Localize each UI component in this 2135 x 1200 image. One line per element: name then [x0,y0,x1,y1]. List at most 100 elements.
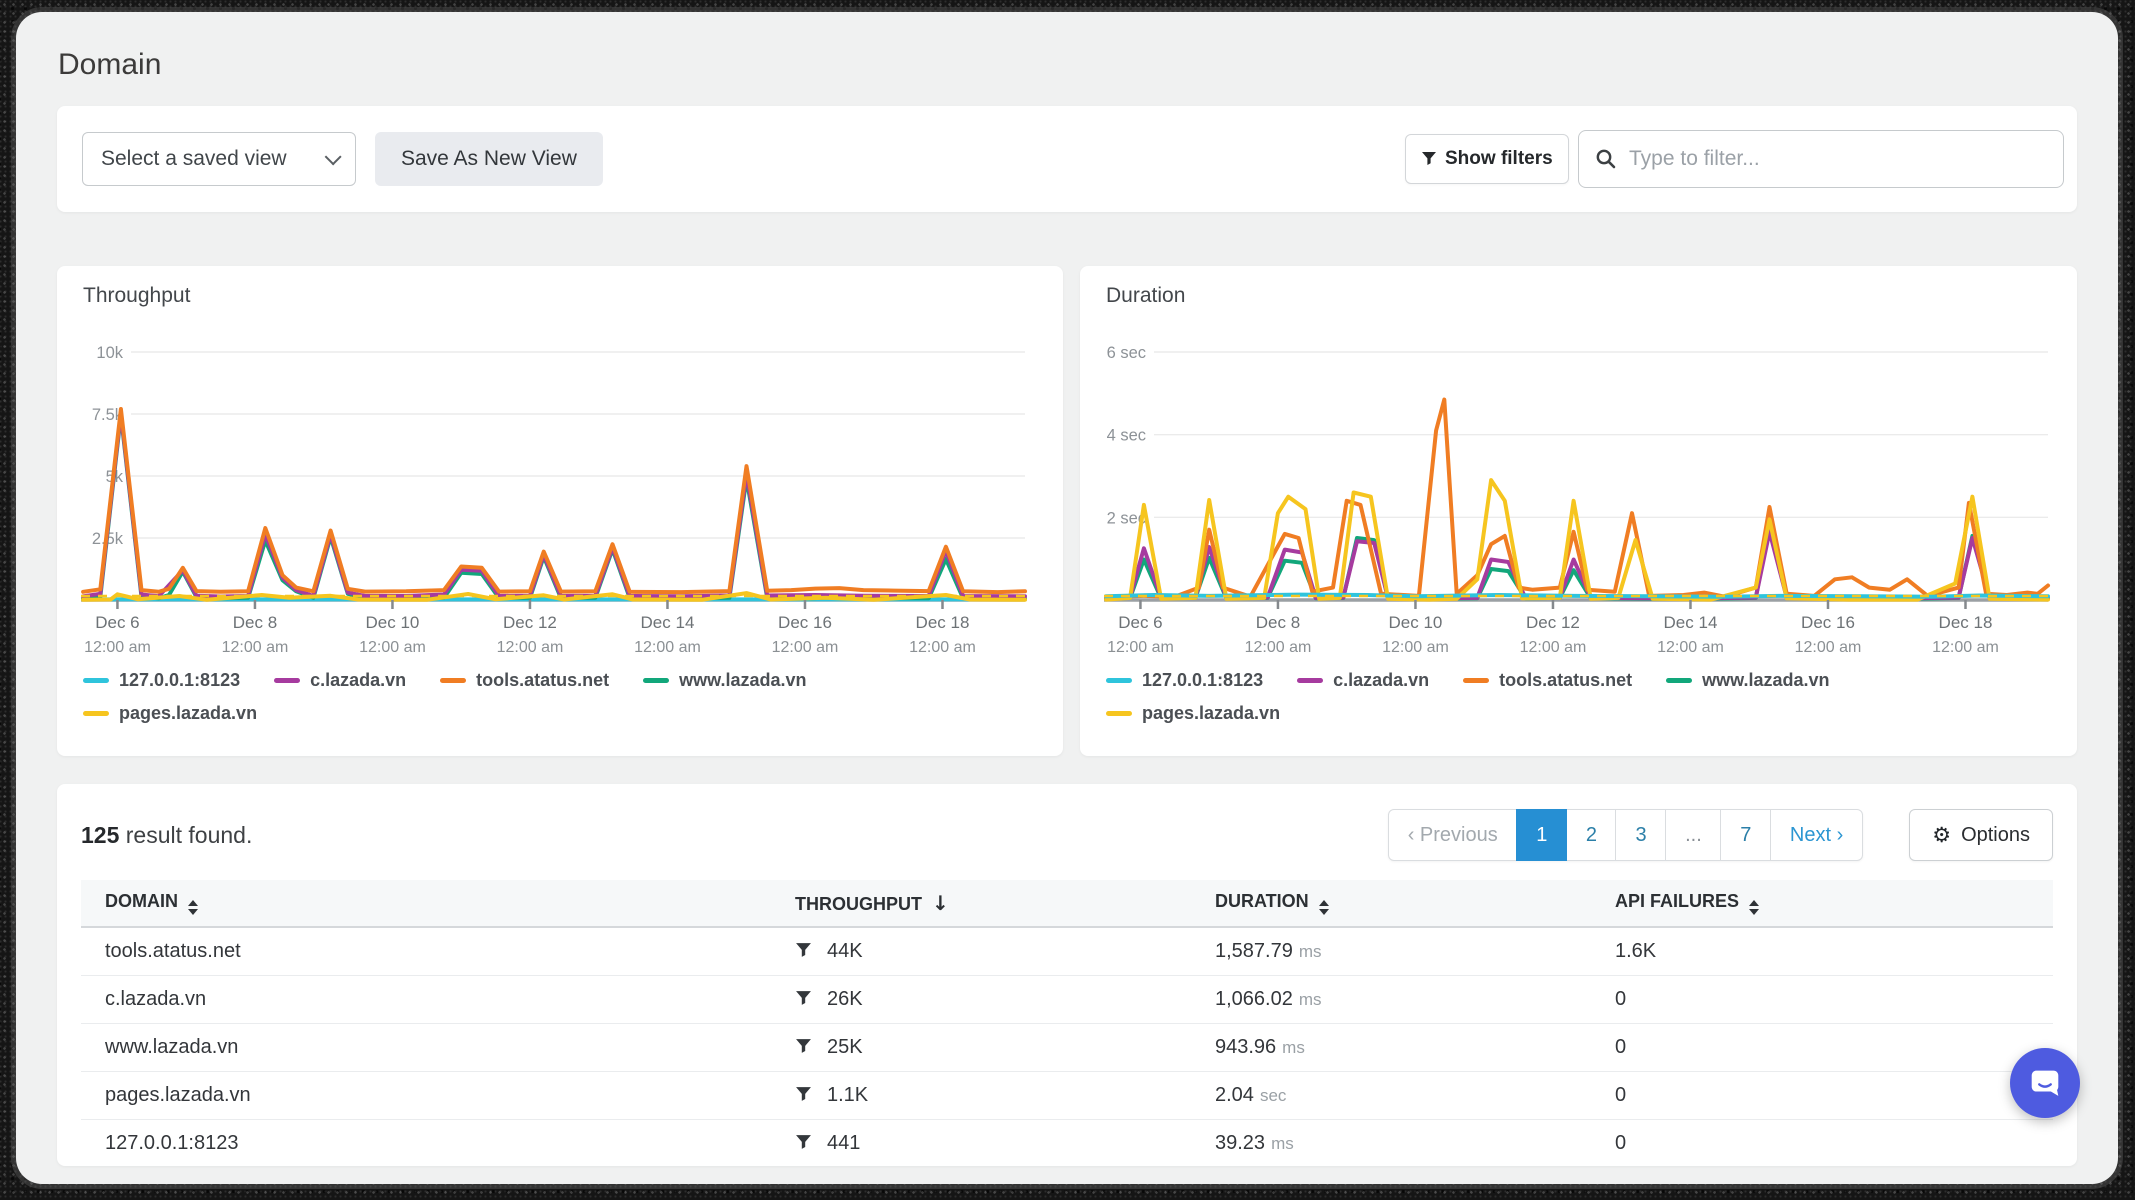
duration-chart-card: Duration 6 sec4 sec2 secDec 612:00 amDec… [1080,266,2077,756]
svg-text:Dec 6: Dec 6 [1118,613,1162,632]
throughput-cell: 441 [771,1120,1191,1168]
search-input[interactable] [1629,147,2047,171]
saved-view-select-value: Select a saved view [101,147,325,171]
svg-text:Dec 16: Dec 16 [778,613,832,632]
throughput-cell: 1.1K [771,1072,1191,1120]
domain-cell[interactable]: tools.atatus.net [81,927,771,976]
page-title: Domain [58,48,161,82]
legend-label: 127.0.0.1:8123 [1142,670,1263,691]
show-filters-button[interactable]: Show filters [1405,134,1569,184]
svg-text:12:00 am: 12:00 am [1107,639,1174,656]
page-button-3[interactable]: 3 [1615,809,1666,861]
domain-cell[interactable]: pages.lazada.vn [81,1072,771,1120]
save-as-new-view-button[interactable]: Save As New View [375,132,603,186]
legend-item[interactable]: tools.atatus.net [440,670,609,691]
filter-funnel-icon[interactable] [795,1134,812,1151]
legend-label: tools.atatus.net [1499,670,1632,691]
sort-icon [1319,900,1329,915]
legend-item[interactable]: 127.0.0.1:8123 [1106,670,1263,691]
page-ellipsis: ... [1665,809,1722,861]
saved-view-select[interactable]: Select a saved view [82,132,356,186]
legend-item[interactable]: pages.lazada.vn [1106,703,1280,724]
legend-item[interactable]: pages.lazada.vn [83,703,257,724]
domains-table: DOMAINTHROUGHPUT↓DURATIONAPI FAILURES to… [81,880,2053,1167]
page-button-7[interactable]: 7 [1720,809,1771,861]
column-header-duration[interactable]: DURATION [1191,880,1591,927]
svg-text:Dec 16: Dec 16 [1801,613,1855,632]
filter-funnel-icon[interactable] [795,942,812,959]
filter-funnel-icon[interactable] [795,990,812,1007]
column-header-throughput[interactable]: THROUGHPUT↓ [771,880,1191,927]
svg-text:Dec 14: Dec 14 [1664,613,1718,632]
svg-text:12:00 am: 12:00 am [84,639,151,656]
legend-label: 127.0.0.1:8123 [119,670,240,691]
svg-text:12:00 am: 12:00 am [222,639,289,656]
previous-page-button[interactable]: ‹ Previous [1388,809,1518,861]
sort-icon [1749,900,1759,915]
legend-swatch [440,678,466,684]
svg-text:12:00 am: 12:00 am [1382,639,1449,656]
throughput-chart[interactable]: 10k7.5k5k2.5kDec 612:00 amDec 812:00 amD… [77,330,1035,662]
funnel-icon [1421,151,1437,167]
throughput-chart-card: Throughput 10k7.5k5k2.5kDec 612:00 amDec… [57,266,1063,756]
duration-cell: 1,066.02ms [1191,976,1591,1024]
chart-legend: 127.0.0.1:8123 c.lazada.vn tools.atatus.ne… [1106,670,1886,736]
column-header-api-failures[interactable]: API FAILURES [1591,880,2053,927]
legend-item[interactable]: c.lazada.vn [274,670,406,691]
chart-legend: 127.0.0.1:8123 c.lazada.vn tools.atatus.ne… [83,670,863,736]
column-header-domain[interactable]: DOMAIN [81,880,771,927]
legend-label: www.lazada.vn [1702,670,1829,691]
duration-unit: ms [1299,990,1322,1009]
legend-label: tools.atatus.net [476,670,609,691]
svg-text:4 sec: 4 sec [1107,427,1146,445]
domain-cell[interactable]: 127.0.0.1:8123 [81,1120,771,1168]
api-failures-cell: 0 [1591,976,2053,1024]
duration-cell: 943.96ms [1191,1024,1591,1072]
api-failures-cell: 0 [1591,1120,2053,1168]
table-row[interactable]: 127.0.0.1:812344139.23ms0 [81,1120,2053,1168]
api-failures-cell: 0 [1591,1024,2053,1072]
chat-launcher-button[interactable] [2010,1048,2080,1118]
api-failures-cell: 0 [1591,1072,2053,1120]
throughput-cell: 25K [771,1024,1191,1072]
page-button-2[interactable]: 2 [1566,809,1617,861]
table-row[interactable]: c.lazada.vn26K1,066.02ms0 [81,976,2053,1024]
options-button[interactable]: ⚙ Options [1909,809,2053,861]
domain-cell[interactable]: www.lazada.vn [81,1024,771,1072]
legend-item[interactable]: c.lazada.vn [1297,670,1429,691]
sort-icon [188,900,198,915]
legend-swatch [1106,678,1132,684]
results-label: result found. [126,822,253,848]
legend-swatch [1297,678,1323,684]
table-row[interactable]: www.lazada.vn25K943.96ms0 [81,1024,2053,1072]
chart-title: Throughput [83,284,190,308]
filter-funnel-icon[interactable] [795,1086,812,1103]
legend-item[interactable]: 127.0.0.1:8123 [83,670,240,691]
table-row[interactable]: tools.atatus.net44K1,587.79ms1.6K [81,927,2053,976]
search-icon [1595,148,1617,170]
svg-text:Dec 6: Dec 6 [95,613,139,632]
filter-search [1578,130,2064,188]
svg-text:10k: 10k [96,344,123,362]
svg-text:Dec 12: Dec 12 [1526,613,1580,632]
app-window: Domain Select a saved view Save As New V… [16,12,2118,1184]
filter-funnel-icon[interactable] [795,1038,812,1055]
next-page-button[interactable]: Next › [1770,809,1863,861]
svg-text:12:00 am: 12:00 am [1245,639,1312,656]
svg-text:6 sec: 6 sec [1107,344,1146,362]
legend-item[interactable]: tools.atatus.net [1463,670,1632,691]
domain-cell[interactable]: c.lazada.vn [81,976,771,1024]
legend-swatch [274,678,300,684]
page-button-1[interactable]: 1 [1516,809,1567,861]
svg-text:Dec 18: Dec 18 [1939,613,1993,632]
svg-text:12:00 am: 12:00 am [1795,639,1862,656]
legend-swatch [1666,678,1692,684]
duration-chart[interactable]: 6 sec4 sec2 secDec 612:00 amDec 812:00 a… [1100,330,2058,662]
legend-swatch [643,678,669,684]
legend-item[interactable]: www.lazada.vn [1666,670,1829,691]
legend-item[interactable]: www.lazada.vn [643,670,806,691]
table-row[interactable]: pages.lazada.vn1.1K2.04sec0 [81,1072,2053,1120]
chat-bubble-icon [2026,1064,2064,1102]
duration-unit: sec [1260,1086,1286,1105]
table-body: tools.atatus.net44K1,587.79ms1.6Kc.lazad… [81,927,2053,1167]
